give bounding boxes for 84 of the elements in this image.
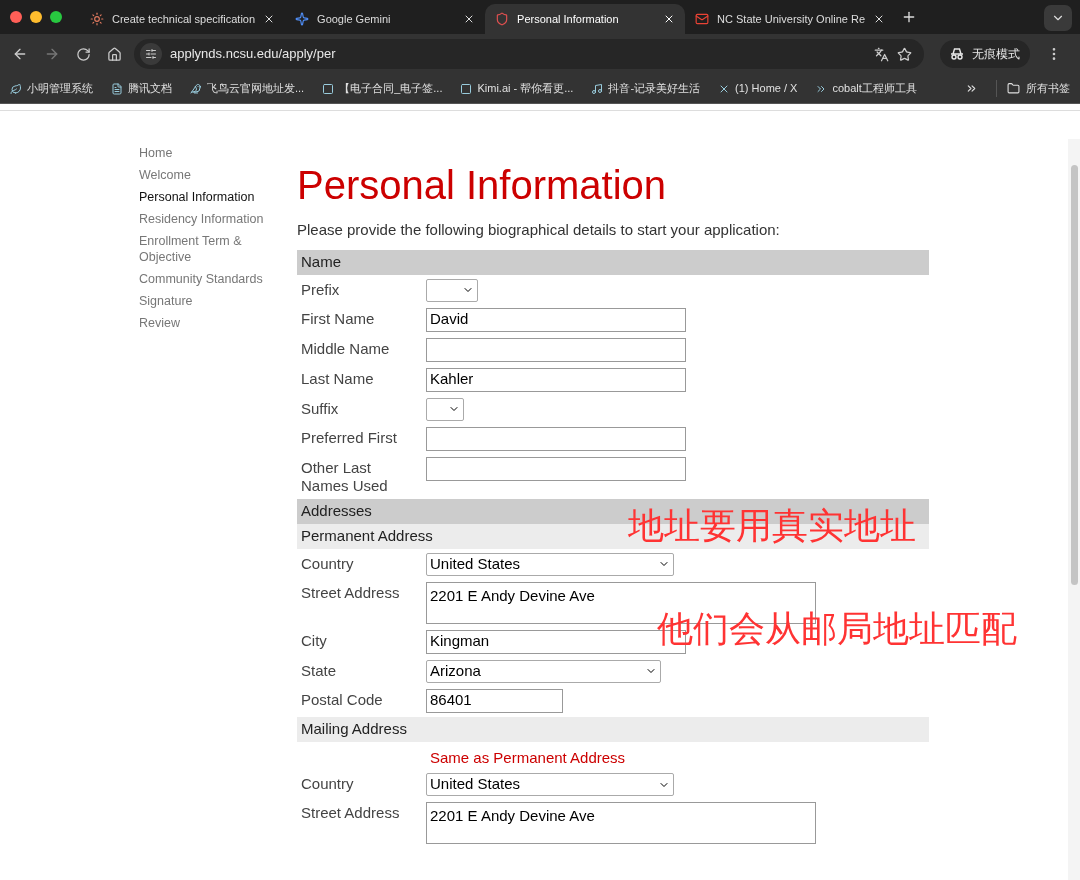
same-address-link[interactable]: Same as Permanent Address: [430, 746, 929, 769]
bookmark-item[interactable]: 抖音-记录美好生活: [591, 80, 701, 97]
sidebar-link[interactable]: Review: [139, 315, 269, 331]
shield-icon: [495, 12, 510, 26]
select-field[interactable]: [426, 278, 478, 302]
sidebar-link[interactable]: Enrollment Term & Objective: [139, 233, 269, 265]
home-icon[interactable]: [107, 46, 122, 62]
bookmark-item[interactable]: 【电子合同_电子签...: [322, 80, 443, 97]
input-field[interactable]: [426, 456, 686, 481]
tab-title: Personal Information: [517, 11, 620, 27]
tab-title: Google Gemini: [317, 11, 392, 27]
minimize-window-icon[interactable]: [30, 11, 42, 23]
bookmark-item[interactable]: 小明管理系统: [10, 80, 93, 97]
sidebar-link[interactable]: Residency Information: [139, 211, 269, 227]
bookmark-star-icon[interactable]: [897, 46, 912, 62]
tab-title: NC State University Online Re: [717, 11, 866, 27]
field-label: Postal Code: [300, 689, 384, 709]
site-settings-button[interactable]: [140, 43, 162, 65]
browser-tab[interactable]: NC State University Online Re: [685, 4, 896, 34]
bird-icon: [190, 82, 202, 95]
bookmark-item[interactable]: Kimi.ai - 帮你看更...: [460, 80, 574, 97]
url-text: applynds.ncsu.edu/apply/per: [170, 45, 337, 64]
close-window-icon[interactable]: [10, 11, 22, 23]
input-field[interactable]: [426, 426, 686, 451]
reload-icon[interactable]: [76, 46, 91, 62]
field-label: City: [300, 630, 328, 650]
music-note-icon: [591, 82, 604, 95]
burst-icon: [90, 12, 104, 26]
address-bar[interactable]: applynds.ncsu.edu/apply/per: [134, 39, 924, 69]
forward-icon[interactable]: [44, 46, 60, 62]
incognito-icon: [950, 48, 964, 60]
bookmark-item[interactable]: (1) Home / X: [718, 80, 798, 97]
maximize-window-icon[interactable]: [50, 11, 62, 23]
tab-search-button[interactable]: [1044, 5, 1072, 31]
scrollbar[interactable]: [1068, 139, 1080, 880]
leaf-icon: [10, 82, 22, 95]
field-label: Street Address: [300, 582, 401, 602]
input-field[interactable]: 86401: [426, 688, 563, 713]
tab-title: Create technical specification: [112, 11, 256, 27]
field-label: Prefix: [300, 279, 341, 299]
bookmark-item[interactable]: 飞鸟云官网地址发...: [190, 80, 305, 97]
sidebar-link[interactable]: Signature: [139, 293, 269, 309]
field-label: State: [300, 660, 338, 680]
more-bookmarks-icon[interactable]: [965, 82, 978, 95]
incognito-button[interactable]: 无痕模式: [940, 40, 1030, 68]
sliders-icon: [145, 48, 157, 60]
back-icon[interactable]: [12, 46, 28, 62]
field-label: Middle Name: [300, 338, 391, 358]
field-label: Suffix: [300, 398, 340, 418]
bookmark-item[interactable]: 腾讯文档: [111, 80, 172, 97]
square-icon: [322, 82, 335, 95]
document-icon: [111, 82, 123, 95]
field-label: Other Last Names Used: [300, 457, 389, 495]
input-field[interactable]: David: [426, 307, 686, 332]
all-bookmarks-button[interactable]: 所有书签: [996, 80, 1070, 97]
input-field[interactable]: Kahler: [426, 367, 686, 392]
sidebar-link[interactable]: Community Standards: [139, 271, 269, 287]
select-field[interactable]: [426, 397, 464, 421]
select-field[interactable]: Arizona: [426, 659, 661, 683]
field-label: Preferred First: [300, 427, 398, 447]
field-label: Last Name: [300, 368, 375, 388]
section-header: Name: [297, 249, 929, 275]
sidebar-link[interactable]: Home: [139, 145, 269, 161]
browser-tab[interactable]: Personal Information: [485, 4, 686, 34]
translate-icon[interactable]: [874, 46, 889, 62]
input-field[interactable]: [426, 337, 686, 362]
sparkle-icon: [295, 12, 310, 26]
sidebar-link[interactable]: Personal Information: [139, 189, 269, 205]
bookmark-item[interactable]: cobalt工程师工具: [815, 80, 917, 97]
field-label: First Name: [300, 308, 376, 328]
select-field[interactable]: United States: [426, 773, 674, 796]
textarea-field[interactable]: 2201 E Andy Devine Ave: [426, 802, 816, 844]
mail-icon: [695, 12, 710, 26]
field-label: Country: [300, 553, 355, 573]
field-label: Street Address: [300, 803, 401, 822]
browser-tab[interactable]: Google Gemini: [285, 4, 486, 34]
folder-icon: [1007, 82, 1020, 95]
intro-text: Please provide the following biographical details to start your application:: [297, 220, 781, 240]
page-title: Personal Information: [297, 162, 668, 209]
section-header: Mailing Address: [297, 716, 929, 742]
sidebar-link[interactable]: Welcome: [139, 167, 269, 183]
field-label: Country: [300, 774, 355, 793]
browser-tab[interactable]: Create technical specification: [80, 4, 286, 34]
select-field[interactable]: United States: [426, 552, 674, 576]
